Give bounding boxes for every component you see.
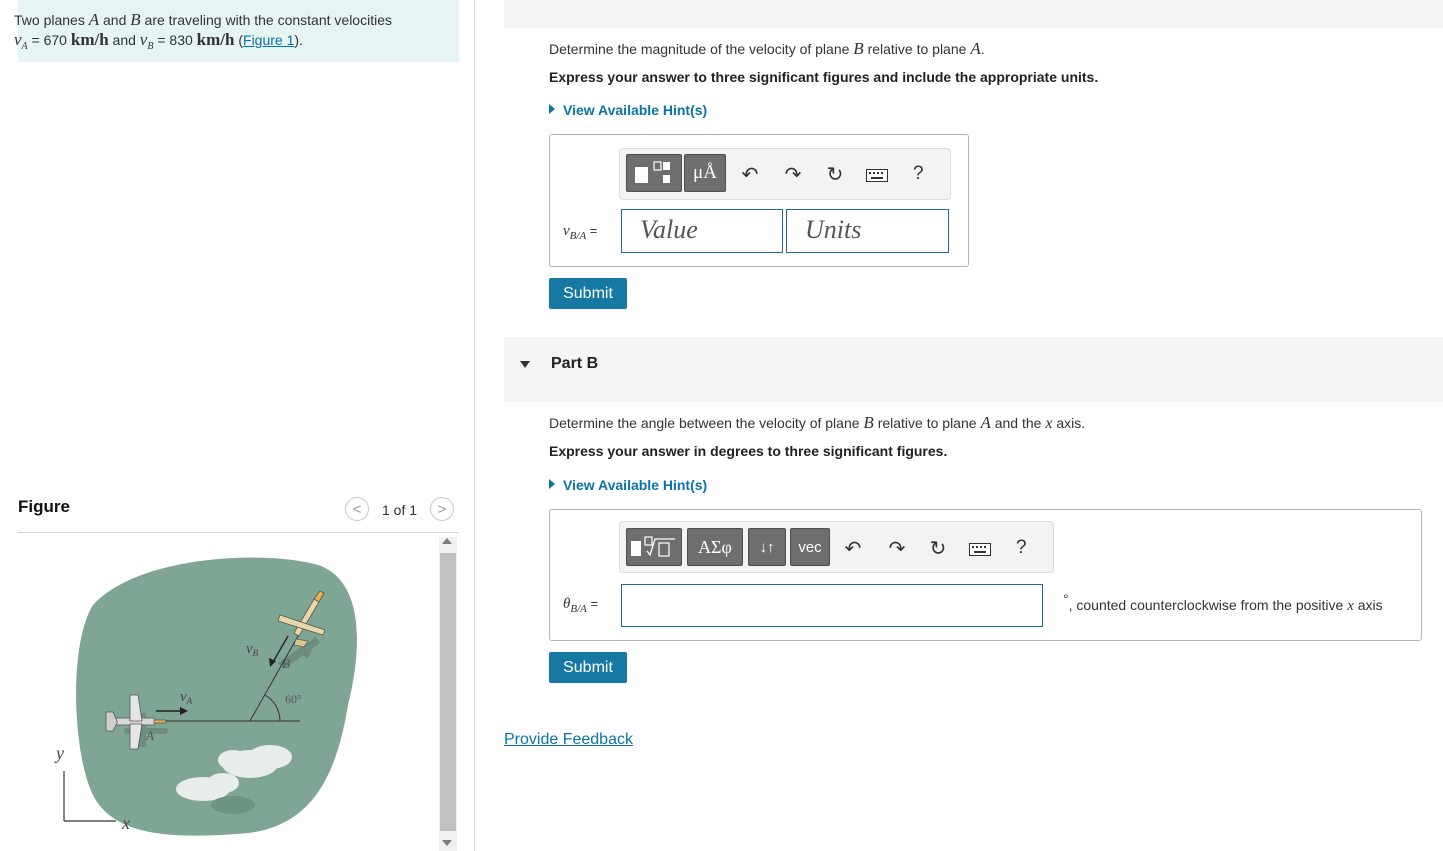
part-b-header[interactable] — [504, 337, 1443, 402]
cloud-shadow — [211, 796, 255, 814]
label-angle: 60° — [285, 692, 302, 706]
cloud-1c — [218, 750, 248, 770]
provide-feedback-link[interactable]: Provide Feedback — [504, 731, 633, 749]
figure-illustration: vB vA B A 60° y x — [54, 557, 357, 836]
angle-unit-note: °, counted counterclockwise from the pos… — [1063, 591, 1383, 614]
axis-label-y: y — [54, 743, 64, 763]
part-a-question: Determine the magnitude of the velocity … — [549, 39, 985, 58]
axis-label-x: x — [121, 813, 130, 833]
scroll-down-icon[interactable] — [442, 840, 452, 846]
chevron-left-icon: < — [352, 500, 362, 518]
part-b-label: θB/A = — [563, 596, 599, 615]
vector-button[interactable]: vec — [790, 528, 830, 566]
part-a-submit-button[interactable]: Submit — [549, 278, 627, 309]
reset-icon[interactable]: ↻ — [927, 537, 949, 560]
scroll-up-icon[interactable] — [442, 538, 452, 544]
keyboard-icon[interactable] — [866, 169, 888, 182]
templates-root-button[interactable] — [626, 528, 682, 566]
undo-icon[interactable]: ↶ — [739, 163, 761, 186]
angle-input[interactable] — [621, 584, 1043, 627]
figure-title: Figure — [18, 497, 70, 516]
redo-icon[interactable]: ↷ — [886, 537, 908, 560]
problem-statement: Two planes A and B are traveling with th… — [14, 10, 392, 52]
figure-count: 1 of 1 — [382, 502, 418, 518]
figure-1-link[interactable]: Figure 1 — [243, 32, 294, 48]
caret-right-icon — [549, 479, 555, 489]
help-button[interactable]: ? — [913, 163, 924, 185]
part-a-header-band — [504, 0, 1443, 28]
collapse-caret-icon[interactable] — [520, 361, 530, 368]
units-input[interactable]: Units — [786, 209, 949, 253]
sqrt-template-icon — [631, 536, 675, 557]
figure-prev-button[interactable]: < — [345, 497, 369, 521]
fraction-template-icon — [635, 161, 670, 183]
figure-next-button[interactable]: > — [430, 497, 454, 521]
chevron-right-icon: > — [437, 500, 447, 518]
part-b-hint-toggle[interactable]: View Available Hint(s) — [549, 477, 707, 493]
swap-button[interactable]: ↓↑ — [748, 528, 786, 566]
help-button[interactable]: ? — [1016, 537, 1027, 559]
redo-icon[interactable]: ↷ — [782, 163, 804, 186]
part-a-instruction: Express your answer to three significant… — [549, 69, 1099, 85]
caret-right-icon — [549, 104, 555, 114]
reset-icon[interactable]: ↻ — [824, 163, 846, 186]
cloud-2b — [207, 773, 239, 793]
part-b-question: Determine the angle between the velocity… — [549, 413, 1086, 432]
figure-divider — [18, 532, 459, 533]
part-b-submit-button[interactable]: Submit — [549, 652, 627, 683]
greek-symbols-button[interactable]: ΑΣφ — [687, 528, 743, 566]
keyboard-icon[interactable] — [969, 543, 991, 556]
part-a-label: vB/A = — [563, 223, 598, 242]
templates-button[interactable] — [626, 154, 682, 192]
scrollbar-thumb[interactable] — [440, 553, 456, 831]
part-b-title: Part B — [551, 355, 599, 372]
panel-divider — [474, 0, 475, 851]
label-a: A — [145, 728, 154, 743]
undo-icon[interactable]: ↶ — [842, 537, 864, 560]
part-b-instruction: Express your answer in degrees to three … — [549, 443, 948, 459]
units-symbol-button[interactable]: μÅ — [684, 154, 726, 192]
value-input[interactable]: Value — [621, 209, 783, 253]
cloud-1b — [248, 745, 292, 769]
label-b: B — [282, 656, 290, 671]
part-a-hint-toggle[interactable]: View Available Hint(s) — [549, 102, 707, 118]
